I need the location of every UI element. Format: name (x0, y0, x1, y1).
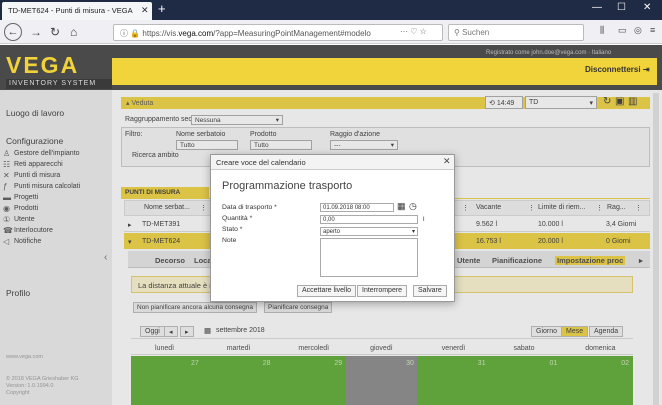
date-input[interactable]: 01.09.2018 08:00 (320, 203, 394, 212)
minimize-icon[interactable]: — (592, 2, 602, 13)
menu-icon[interactable]: ≡ (650, 25, 655, 35)
note-textarea[interactable] (320, 238, 418, 277)
forward-icon[interactable]: → (30, 25, 42, 39)
note-label: Note (222, 237, 237, 244)
search-placeholder: Suchen (462, 28, 490, 37)
quantity-unit: l (423, 216, 425, 223)
quantity-label: Quantità * (222, 215, 253, 222)
url-host: vega.com (178, 29, 214, 38)
back-icon[interactable]: ← (4, 23, 22, 41)
quantity-input[interactable]: 0,00 (320, 215, 418, 224)
search-icon: ⚲ (454, 28, 463, 37)
calendar-icon[interactable]: ▦ (397, 201, 406, 212)
dialog-title: Programmazione trasporto (222, 180, 353, 192)
close-icon[interactable]: ✕ (443, 156, 451, 167)
vega-logo: VEGA (6, 52, 80, 78)
logout-button[interactable]: Disconnettersi ⇥ (585, 65, 650, 74)
page-actions-icon[interactable]: ··· ♡ ☆ (400, 27, 427, 36)
reload-icon[interactable]: ↻ (50, 25, 60, 39)
logout-icon: ⇥ (642, 65, 650, 74)
chevron-down-icon: ▾ (411, 229, 415, 235)
header-yellow-bar (112, 58, 657, 85)
url-prefix: https://vis. (142, 29, 179, 38)
dialog-header: Creare voce del calendario (211, 155, 454, 170)
url-path: /?app=MeasuringPointManagement#modelo (213, 29, 371, 38)
maximize-icon[interactable]: ☐ (617, 2, 626, 13)
clock-icon[interactable]: ◷ (409, 201, 417, 212)
info-icon: ⓘ 🔒 (120, 29, 143, 38)
state-select[interactable]: aperto ▾ (320, 227, 418, 236)
library-icon[interactable]: ⫼ (600, 25, 604, 36)
close-window-icon[interactable]: ✕ (643, 2, 651, 13)
search-input[interactable]: ⚲ Suchen (448, 24, 584, 41)
url-bar[interactable]: ⓘ 🔒 https://vis.vega.com/?app=MeasuringP… (113, 24, 443, 41)
profile-icon[interactable]: ◎ (634, 25, 642, 36)
home-icon[interactable]: ⌂ (70, 25, 77, 39)
inventory-system-label: INVENTORY SYSTEM (6, 79, 112, 89)
sidebar-toggle-icon[interactable]: ▭ (618, 25, 627, 36)
new-tab-icon[interactable]: + (158, 1, 166, 16)
date-label: Data di trasporto * (222, 204, 277, 211)
registered-user: Registrato come john.doe@vega.com · Ital… (486, 50, 612, 56)
close-tab-icon[interactable]: ✕ (141, 5, 149, 16)
state-label: Stato * (222, 226, 243, 233)
cancel-button[interactable]: Interrompere (357, 285, 408, 297)
browser-tab[interactable]: TD-MET624 - Punti di misura - VEGA (2, 2, 152, 20)
save-button[interactable]: Salvare (413, 285, 447, 297)
accept-level-button[interactable]: Accettare livello (297, 285, 357, 297)
